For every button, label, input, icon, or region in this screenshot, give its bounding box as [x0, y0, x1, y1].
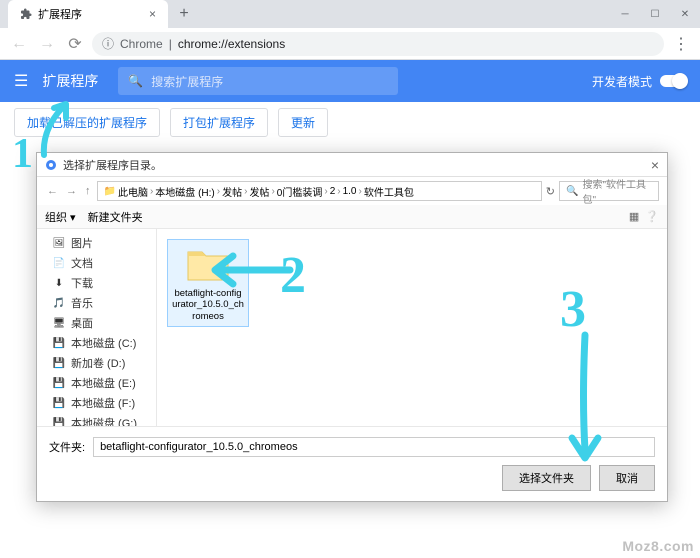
url-scheme: Chrome	[120, 37, 163, 51]
image-icon: 🖼	[53, 237, 65, 249]
folder-search-input[interactable]: 🔍 搜索"软件工具包"	[559, 181, 659, 201]
sidebar-item-label: 图片	[71, 235, 93, 251]
search-input[interactable]: 🔍 搜索扩展程序	[118, 67, 398, 95]
music-icon: 🎵	[53, 297, 65, 309]
organize-menu[interactable]: 组织 ▾	[45, 209, 76, 225]
browser-toolbar: ← → ⟳ ⓘ Chrome | chrome://extensions ⋮	[0, 28, 700, 60]
pack-extension-button[interactable]: 打包扩展程序	[170, 108, 268, 137]
reload-button[interactable]: ⟳	[64, 33, 86, 55]
nav-up-icon[interactable]: ↑	[83, 183, 93, 199]
nav-fwd-icon[interactable]: →	[64, 183, 79, 199]
sidebar-item-label: 下载	[71, 275, 93, 291]
address-bar[interactable]: ⓘ Chrome | chrome://extensions	[92, 32, 664, 56]
dev-mode-label: 开发者模式	[592, 73, 652, 90]
load-unpacked-button[interactable]: 加载已解压的扩展程序	[14, 108, 160, 137]
browser-menu-button[interactable]: ⋮	[670, 33, 692, 55]
tab-close-icon[interactable]: ×	[149, 7, 156, 21]
url-path: chrome://extensions	[178, 37, 285, 51]
watermark: Moz8.com	[622, 538, 694, 554]
folder-icon: 📁	[104, 186, 116, 197]
breadcrumb[interactable]: 📁 此电脑› 本地磁盘 (H:)› 发帖› 发帖› 0门槛装调› 2› 1.0›…	[97, 181, 542, 201]
download-icon: ⬇	[53, 277, 65, 289]
help-icon[interactable]: ❔	[645, 210, 659, 223]
tab-title: 扩展程序	[38, 6, 82, 22]
folder-sidebar: 🖼 图片 📄 文档 ⬇ 下载 🎵 音乐 🖥 桌面 💾 本地磁盘 (C:) 💾 新加卷 (D:) 💾 本地磁盘 …	[37, 229, 157, 426]
menu-icon[interactable]: ☰	[14, 71, 28, 91]
sidebar-item-label: 文档	[71, 255, 93, 271]
update-button[interactable]: 更新	[278, 108, 328, 137]
sidebar-item-label: 本地磁盘 (C:)	[71, 335, 136, 351]
minimize-button[interactable]: ─	[610, 0, 640, 28]
new-tab-button[interactable]: +	[174, 4, 194, 24]
folder-picker-dialog: 选择扩展程序目录。 × ← → ↑ 📁 此电脑› 本地磁盘 (H:)› 发帖› …	[36, 152, 668, 502]
folder-name-input[interactable]	[93, 437, 655, 457]
sidebar-item[interactable]: 💾 本地磁盘 (C:)	[37, 333, 156, 353]
sidebar-item-label: 桌面	[71, 315, 93, 331]
forward-button[interactable]: →	[36, 33, 58, 55]
sidebar-item[interactable]: 🖥 桌面	[37, 313, 156, 333]
drive-icon: 💾	[53, 397, 65, 409]
folder-label: betaflight-configurator_10.5.0_chromeos	[172, 288, 244, 322]
folder-content-area: betaflight-configurator_10.5.0_chromeos	[157, 229, 667, 426]
sidebar-item[interactable]: 💾 本地磁盘 (F:)	[37, 393, 156, 413]
search-icon: 🔍	[566, 186, 578, 197]
extension-icon	[20, 8, 32, 20]
drive-icon: 💾	[53, 417, 65, 426]
new-folder-button[interactable]: 新建文件夹	[88, 209, 143, 225]
view-mode-icon[interactable]: ▦	[629, 210, 639, 223]
maximize-button[interactable]: ☐	[640, 0, 670, 28]
sidebar-item[interactable]: 💾 新加卷 (D:)	[37, 353, 156, 373]
dialog-close-button[interactable]: ×	[651, 157, 659, 173]
cancel-button[interactable]: 取消	[599, 465, 655, 491]
sidebar-item-label: 本地磁盘 (F:)	[71, 395, 135, 411]
sidebar-item[interactable]: 🖼 图片	[37, 233, 156, 253]
dialog-title: 选择扩展程序目录。	[63, 157, 162, 173]
sidebar-item-label: 新加卷 (D:)	[71, 355, 125, 371]
search-icon: 🔍	[128, 74, 143, 88]
drive-icon: 💾	[53, 337, 65, 349]
drive-icon: 💾	[53, 377, 65, 389]
close-window-button[interactable]: ✕	[670, 0, 700, 28]
folder-icon	[184, 244, 232, 284]
info-icon: ⓘ	[102, 35, 114, 52]
sidebar-item-label: 本地磁盘 (G:)	[71, 415, 137, 426]
refresh-icon[interactable]: ↻	[546, 185, 555, 198]
desktop-icon: 🖥	[53, 317, 65, 329]
browser-tab[interactable]: 扩展程序 ×	[8, 0, 168, 28]
search-placeholder: 搜索扩展程序	[151, 73, 223, 90]
doc-icon: 📄	[53, 257, 65, 269]
sidebar-item[interactable]: 💾 本地磁盘 (E:)	[37, 373, 156, 393]
nav-back-icon[interactable]: ←	[45, 183, 60, 199]
sidebar-item[interactable]: 🎵 音乐	[37, 293, 156, 313]
sidebar-item[interactable]: 💾 本地磁盘 (G:)	[37, 413, 156, 426]
file-label: 文件夹:	[49, 439, 85, 455]
sidebar-item[interactable]: 📄 文档	[37, 253, 156, 273]
page-title: 扩展程序	[42, 71, 98, 91]
browser-titlebar: 扩展程序 × + ─ ☐ ✕	[0, 0, 700, 28]
back-button[interactable]: ←	[8, 33, 30, 55]
folder-item[interactable]: betaflight-configurator_10.5.0_chromeos	[167, 239, 249, 327]
sidebar-item[interactable]: ⬇ 下载	[37, 273, 156, 293]
sidebar-item-label: 音乐	[71, 295, 93, 311]
dev-mode-toggle[interactable]	[660, 75, 686, 87]
chrome-icon	[45, 159, 57, 171]
drive-icon: 💾	[53, 357, 65, 369]
extensions-header: ☰ 扩展程序 🔍 搜索扩展程序 开发者模式	[0, 60, 700, 102]
sidebar-item-label: 本地磁盘 (E:)	[71, 375, 136, 391]
select-folder-button[interactable]: 选择文件夹	[502, 465, 591, 491]
